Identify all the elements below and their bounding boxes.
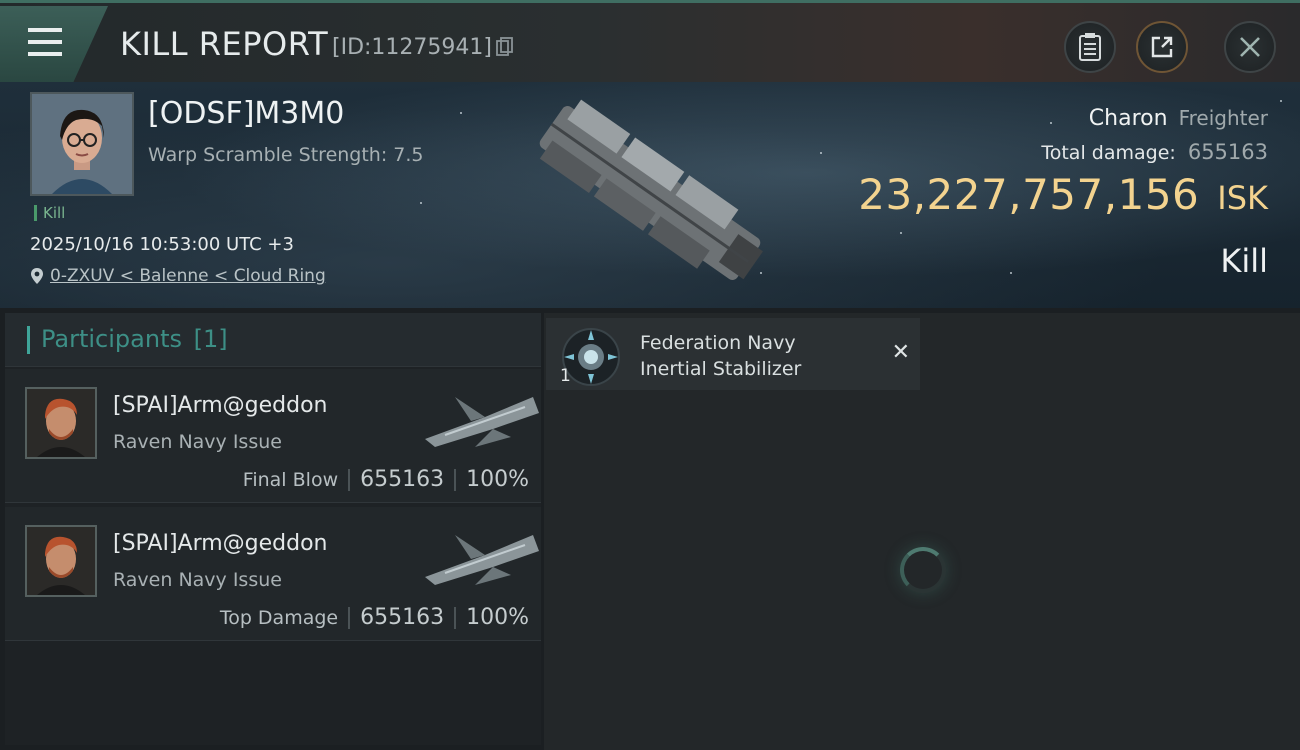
victim-ship-line: Charon Freighter	[1089, 106, 1268, 131]
participant-stats: Final Blow 655163 100%	[243, 467, 529, 492]
victim-banner: [ODSF]M3M0 Warp Scramble Strength: 7.5 K…	[0, 82, 1300, 308]
kill-tag: Kill	[34, 205, 65, 221]
kill-datetime: 2025/10/16 10:53:00 UTC +3	[30, 234, 294, 255]
hamburger-icon	[28, 28, 62, 58]
victim-ship-class: Freighter	[1178, 106, 1268, 130]
item-card[interactable]: 1 Federation Navy Inertial Stabilizer ✕	[546, 318, 920, 390]
participant-ship: Raven Navy Issue	[113, 431, 282, 453]
total-damage-value: 655163	[1187, 140, 1268, 164]
victim-ship-name[interactable]: Charon	[1089, 106, 1168, 131]
location-pin-icon	[31, 268, 43, 284]
participant-card[interactable]: [SPAI]Arm@geddon Raven Navy Issue Final …	[5, 369, 541, 503]
victim-portrait[interactable]	[30, 92, 134, 196]
item-name-line2: Inertial Stabilizer	[640, 358, 802, 380]
item-name: Federation Navy Inertial Stabilizer	[640, 330, 870, 382]
copy-icon[interactable]	[496, 37, 514, 57]
header-bar: KILL REPORT [ID:11275941]	[0, 0, 1300, 82]
participants-count: [1]	[193, 325, 228, 353]
total-damage-line: Total damage: 655163	[1041, 140, 1268, 164]
isk-value: 23,227,757,156	[858, 170, 1200, 219]
share-button[interactable]	[1136, 21, 1188, 73]
participant-role: Final Blow	[242, 468, 339, 491]
participant-ship: Raven Navy Issue	[113, 569, 282, 591]
participant-ship-image	[425, 535, 539, 585]
victim-ship-image	[539, 99, 763, 280]
isk-value-line: 23,227,757,156 ISK	[858, 170, 1268, 219]
close-button[interactable]	[1224, 21, 1276, 73]
kill-location[interactable]: 0-ZXUV < Balenne < Cloud Ring	[30, 266, 326, 286]
menu-button[interactable]	[0, 6, 108, 82]
report-id: [ID:11275941]	[332, 35, 492, 60]
total-damage-label: Total damage:	[1041, 142, 1176, 164]
result-label: Kill	[1220, 242, 1268, 280]
participant-role: Top Damage	[219, 606, 339, 629]
participant-ship-image	[425, 397, 539, 447]
participant-damage: 655163	[360, 467, 445, 492]
item-quantity: 1	[560, 366, 571, 386]
participant-avatar	[25, 387, 97, 459]
participant-percent: 100%	[466, 467, 529, 492]
destroyed-x-icon: ✕	[891, 340, 910, 365]
share-icon	[1151, 36, 1173, 58]
item-name-line1: Federation Navy	[640, 332, 796, 354]
participants-header: Participants [1]	[5, 313, 541, 367]
participant-avatar	[25, 525, 97, 597]
participants-label: Participants	[41, 325, 182, 353]
loading-spinner	[900, 547, 946, 593]
participant-card[interactable]: [SPAI]Arm@geddon Raven Navy Issue Top Da…	[5, 507, 541, 641]
participant-name[interactable]: [SPAI]Arm@geddon	[113, 531, 328, 556]
participant-percent: 100%	[466, 605, 529, 630]
participant-damage: 655163	[360, 605, 445, 630]
participant-stats: Top Damage 655163 100%	[220, 605, 529, 630]
items-panel: 1 Federation Navy Inertial Stabilizer ✕	[544, 313, 1300, 750]
participant-name[interactable]: [SPAI]Arm@geddon	[113, 393, 328, 418]
isk-unit: ISK	[1217, 179, 1268, 217]
participants-panel: Participants [1] [SPAI]Arm@geddon Raven …	[5, 313, 541, 745]
victim-name[interactable]: [ODSF]M3M0	[148, 96, 344, 131]
clipboard-button[interactable]	[1064, 21, 1116, 73]
clipboard-icon	[1079, 33, 1101, 61]
location-link[interactable]: 0-ZXUV < Balenne < Cloud Ring	[50, 266, 326, 286]
close-icon	[1240, 37, 1260, 57]
page-title: KILL REPORT	[120, 25, 329, 63]
warp-scramble-strength: Warp Scramble Strength: 7.5	[148, 144, 424, 166]
